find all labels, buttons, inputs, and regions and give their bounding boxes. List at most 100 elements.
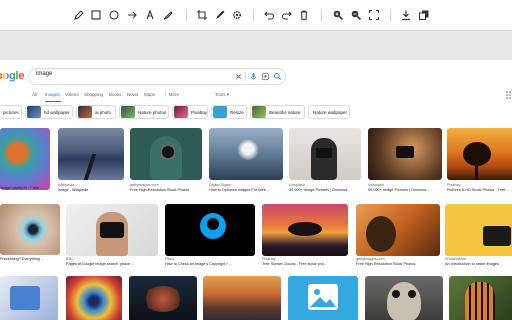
rectangle-icon[interactable] (88, 7, 104, 23)
image-detail (396, 146, 414, 158)
chip-label: Nature wallpaper (313, 109, 348, 115)
result-image[interactable] (0, 128, 50, 190)
pen-icon[interactable] (212, 7, 228, 23)
result-image[interactable] (129, 276, 197, 320)
chip-pixabay[interactable]: Pixabay (172, 105, 208, 119)
text-icon[interactable] (142, 7, 158, 23)
result-caption[interactable]: BBC Pages at Google image search 'peace … (66, 257, 160, 266)
result-image[interactable] (262, 204, 348, 256)
arrow-icon[interactable] (124, 7, 140, 23)
undo-icon[interactable] (261, 7, 277, 23)
tools-button[interactable]: Tools ▾ (215, 92, 229, 98)
lens-icon[interactable] (261, 72, 270, 81)
chip-thumbnail (213, 106, 227, 118)
result-caption[interactable]: Digital Digest How to Optimize Images Fo… (209, 183, 285, 192)
search-icon[interactable] (273, 72, 282, 81)
result-image[interactable] (203, 276, 281, 320)
result-caption[interactable]: Unsplash 50,000+ Image Pictures | Downlo… (368, 183, 444, 192)
result-caption[interactable]: gettyimages.com Free High-Resolution Sto… (356, 257, 442, 266)
chip-beautiful-nature[interactable]: Beautiful nature (250, 105, 305, 119)
tab-books[interactable]: Books (109, 92, 122, 97)
chip-thumbnail (174, 106, 188, 118)
result-image[interactable] (0, 204, 60, 255)
microphone-icon[interactable] (249, 72, 258, 81)
chip-label: Beautiful nature (269, 109, 301, 115)
redo-icon[interactable] (279, 7, 295, 23)
chip-label: Resize (230, 109, 244, 115)
chip-nature-photos[interactable]: Nature photos (119, 105, 169, 119)
result-image[interactable] (365, 276, 443, 320)
chip-ai-photo[interactable]: ai photo (76, 105, 116, 119)
image-detail (311, 138, 337, 180)
chip-thumbnail (252, 106, 266, 118)
result-image[interactable] (449, 276, 512, 320)
result-image[interactable] (130, 128, 202, 180)
search-tabs: All Images Videos Shopping Books News Ma… (0, 90, 512, 102)
circle-icon[interactable] (106, 7, 122, 23)
tab-all[interactable]: All (32, 92, 37, 97)
result-caption[interactable]: Pixabay Tree Sunset Clouds - Free stock … (262, 257, 350, 266)
settings-icon[interactable] (229, 7, 245, 23)
google-logo[interactable]: oogle (0, 70, 25, 82)
trash-icon[interactable] (296, 7, 312, 23)
chip-label: Nature photos (138, 109, 167, 115)
image-detail (483, 226, 511, 246)
result-image[interactable] (209, 128, 283, 180)
download-icon[interactable] (398, 7, 414, 23)
image-detail (237, 138, 259, 160)
image-detail (100, 222, 124, 238)
result-image[interactable] (289, 128, 361, 180)
copy-icon[interactable] (416, 7, 432, 23)
toolbar-divider (186, 9, 187, 21)
result-image[interactable] (368, 128, 442, 180)
tab-news[interactable]: News (127, 92, 138, 97)
result-image[interactable] (0, 276, 58, 320)
tab-maps[interactable]: Maps (144, 92, 155, 97)
pencil-icon[interactable] (71, 7, 87, 23)
result-image[interactable] (58, 128, 124, 180)
image-detail (465, 282, 495, 320)
crop-icon[interactable] (194, 7, 210, 23)
result-caption[interactable]: Image quality AI - Fake ... (0, 186, 52, 191)
image-detail (160, 144, 176, 160)
result-image[interactable] (445, 204, 512, 256)
result-caption[interactable]: Shutterstock An Introduction to raster i… (445, 257, 512, 266)
result-title: Free High-Resolution Stock Photos (356, 261, 416, 266)
result-image[interactable] (288, 276, 358, 320)
result-image[interactable] (356, 204, 440, 256)
result-caption[interactable]: Pixabay Pictures & HD Stock Photos - Fre… (447, 183, 512, 192)
chip-hd-wallpaper[interactable]: hd wallpaper (25, 105, 73, 119)
search-box[interactable]: image (28, 68, 286, 85)
result-caption[interactable]: gettyimages.com Free High-Resolution Sto… (130, 183, 204, 192)
chip-nature-wallpaper[interactable]: Nature wallpaper (308, 105, 350, 119)
related-searches-chips: pictures hd wallpaper ai photo Nature ph… (0, 105, 512, 121)
result-image[interactable] (165, 204, 255, 256)
chip-label: ai photo (95, 109, 112, 115)
result-caption[interactable]: Wikipedia Image - Wikipedia (58, 183, 124, 192)
tab-videos[interactable]: Videos (65, 92, 79, 97)
chip-thumbnail (27, 106, 41, 118)
result-image[interactable] (66, 204, 158, 256)
tab-more[interactable]: ⋮ More (163, 92, 179, 98)
result-caption[interactable]: Processing? Everything ... (0, 257, 62, 262)
toolbar-divider (253, 9, 254, 21)
result-image[interactable] (447, 128, 512, 180)
zoom-in-icon[interactable] (330, 7, 346, 23)
highlighter-icon[interactable] (160, 7, 176, 23)
fit-screen-icon[interactable] (366, 7, 382, 23)
chip-pictures[interactable]: pictures (0, 105, 22, 119)
chip-thumbnail (78, 106, 92, 118)
result-image[interactable] (66, 276, 122, 320)
image-detail (475, 158, 478, 180)
image-detail (83, 154, 97, 180)
tab-shopping[interactable]: Shopping (84, 92, 103, 97)
result-caption[interactable]: Unsplash 30,000+ Image Pictures | Downlo… (289, 183, 363, 192)
image-placeholder-icon (308, 284, 338, 310)
search-query[interactable]: image (36, 71, 52, 77)
clear-icon[interactable] (234, 72, 243, 81)
zoom-out-icon[interactable] (348, 7, 364, 23)
result-caption[interactable]: Pikoy How to Check an Image's Copyright?… (165, 257, 257, 266)
result-title: Free High-Resolution Stock Photos (130, 187, 190, 192)
tab-images[interactable]: Images (45, 92, 60, 97)
chip-resize[interactable]: Resize (211, 105, 247, 119)
